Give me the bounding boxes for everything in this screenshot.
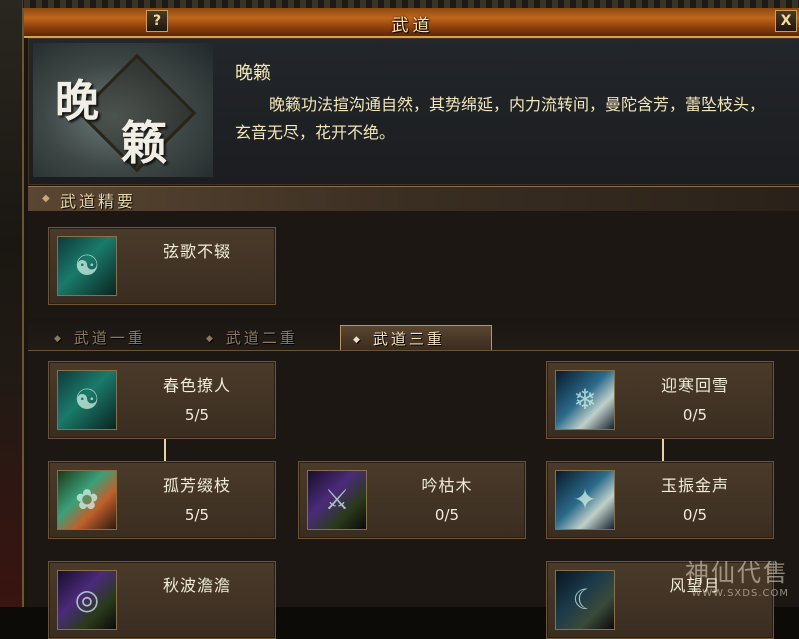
skill-card-level: 0/5: [434, 506, 460, 524]
tab-label: 武道二重: [225, 329, 298, 347]
window-title: 武道: [391, 16, 434, 36]
title-bar[interactable]: ? 武道 X: [24, 8, 799, 38]
skill-header: 晚 籁 晚籁 晚籁功法揎沟通自然，其势绵延，内力流转间，曼陀含芳，蕾坠枝头，玄音…: [28, 38, 799, 185]
skill-card-yinghan[interactable]: ❄ 迎寒回雪 0/5: [546, 361, 774, 439]
tier-tabs: ◆ 武道一重 ◆ 武道二重 ◆ 武道三重: [28, 320, 799, 351]
background-game-border: [0, 0, 799, 8]
tab-label: 武道一重: [73, 329, 146, 347]
tab-label: 武道三重: [372, 330, 445, 348]
skill-card-level: 5/5: [184, 506, 210, 524]
watermark-name: 神仙代售: [685, 559, 789, 587]
skill-emblem: 晚 籁: [33, 43, 213, 177]
autumn-wave-icon: ◎: [57, 570, 117, 630]
skill-description: 晚籁功法揎沟通自然，其势绵延，内力流转间，曼陀含芳，蕾坠枝头，玄音无尽，花开不绝…: [235, 95, 766, 142]
background-game-strip: [0, 0, 23, 607]
skill-card-chunse[interactable]: ☯ 春色撩人 5/5: [48, 361, 276, 439]
tab-tier-1[interactable]: ◆ 武道一重: [42, 325, 192, 349]
skill-card-name: 迎寒回雪: [660, 376, 729, 395]
withered-wood-icon: ⚔: [307, 470, 367, 530]
tab-tier-2[interactable]: ◆ 武道二重: [194, 325, 344, 349]
skill-card-name: 秋波澹澹: [162, 576, 231, 595]
skill-card-level: 0/5: [682, 406, 708, 424]
moon-icon: ☾: [555, 570, 615, 630]
skill-card-qiubo[interactable]: ◎ 秋波澹澹: [48, 561, 276, 639]
tree-connector: [662, 439, 664, 463]
snow-blade-icon: ❄: [555, 370, 615, 430]
diamond-bullet-icon: ◆: [42, 193, 50, 204]
skill-card-gufang[interactable]: ✿ 孤芳缀枝 5/5: [48, 461, 276, 539]
close-button[interactable]: X: [775, 10, 797, 32]
skill-card-name: 春色撩人: [162, 376, 231, 395]
essentials-title: 武道精要: [60, 192, 137, 211]
skill-card-yuzhen[interactable]: ✦ 玉振金声 0/5: [546, 461, 774, 539]
skill-card-level: 5/5: [184, 406, 210, 424]
flower-icon: ✿: [57, 470, 117, 530]
skill-card-name: 孤芳缀枝: [162, 476, 231, 495]
tab-bullet-icon: ◆: [206, 334, 216, 344]
tab-tier-3[interactable]: ◆ 武道三重: [340, 325, 492, 350]
essentials-body: ☯ 弦歌不辍: [28, 211, 799, 319]
wudao-window: ? 武道 X 晚 籁 晚籁 晚籁功法揎沟通自然，其势绵延，内力流转间，曼陀含芳，…: [22, 8, 799, 639]
jade-warrior-icon: ☯: [57, 236, 117, 296]
skill-card-name: 弦歌不辍: [162, 242, 231, 261]
jade-warrior-icon: ☯: [57, 370, 117, 430]
emblem-calligraphy-2: 籁: [121, 116, 167, 170]
tree-connector: [164, 439, 166, 463]
skill-card-name: 玉振金声: [660, 476, 729, 495]
skill-card-name: 吟枯木: [421, 476, 473, 495]
skill-card-yinkumu[interactable]: ⚔ 吟枯木 0/5: [298, 461, 526, 539]
skill-card-level: 0/5: [682, 506, 708, 524]
watermark-url: WWW.SXDS.COM: [691, 588, 789, 599]
skill-name: 晚籁: [235, 63, 271, 84]
tab-bullet-icon: ◆: [54, 334, 64, 344]
golden-sound-icon: ✦: [555, 470, 615, 530]
skill-card-xiange[interactable]: ☯ 弦歌不辍: [48, 227, 276, 305]
essentials-header: ◆ 武道精要: [28, 186, 799, 211]
skill-tree: ☯ 春色撩人 5/5 ❄ 迎寒回雪 0/5 ✿ 孤芳缀枝 5/5 ⚔ 吟枯木 0…: [28, 351, 799, 639]
watermark: 神仙代售 WWW.SXDS.COM: [685, 553, 789, 599]
tab-bullet-icon: ◆: [353, 335, 363, 345]
emblem-calligraphy-1: 晚: [55, 76, 99, 127]
